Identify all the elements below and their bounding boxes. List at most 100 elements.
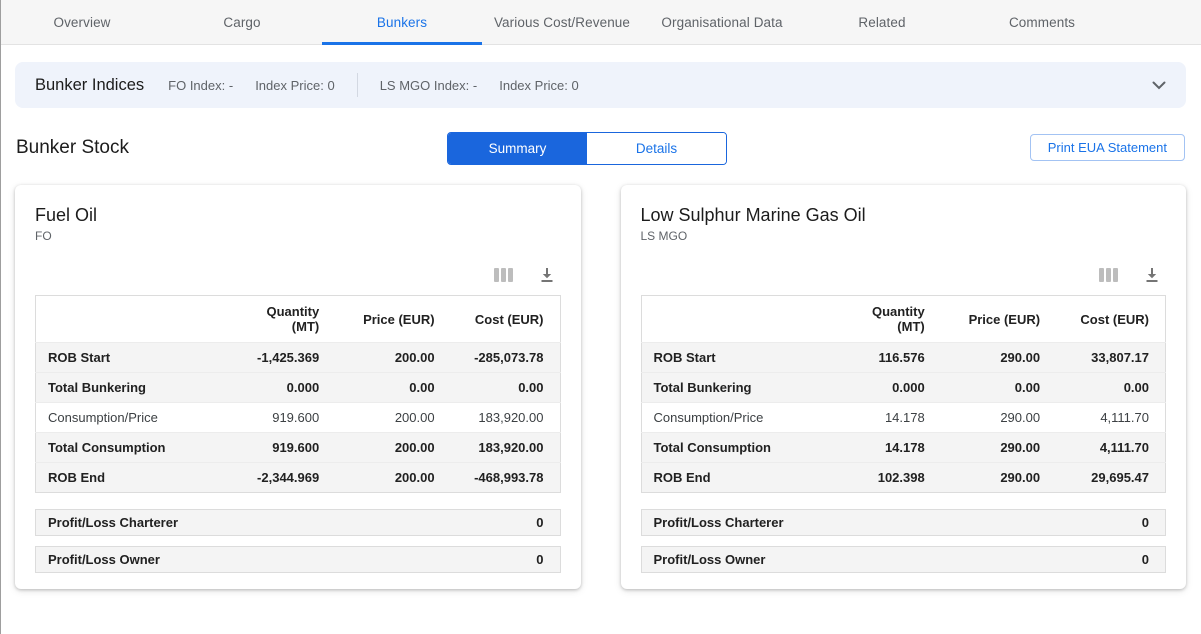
row-price: 290.00 <box>935 463 1050 493</box>
row-price: 0.00 <box>935 373 1050 403</box>
table-row-total-consumption: Total Consumption 919.600 200.00 183,920… <box>36 433 561 463</box>
row-price: 0.00 <box>329 373 444 403</box>
col-header-price: Price (EUR) <box>935 296 1050 343</box>
chevron-down-icon[interactable] <box>1152 81 1166 90</box>
table-row-rob-end: ROB End -2,344.969 200.00 -468,993.78 <box>36 463 561 493</box>
card-title: Low Sulphur Marine Gas Oil <box>641 205 1167 226</box>
row-price: 200.00 <box>329 463 444 493</box>
bunker-card-ls-mgo: Low Sulphur Marine Gas Oil LS MGO Quanti… <box>621 185 1187 589</box>
profit-loss-value: 0 <box>536 552 543 567</box>
profit-loss-label: Profit/Loss Charterer <box>654 515 784 530</box>
profit-loss-value: 0 <box>536 515 543 530</box>
row-price: 290.00 <box>935 343 1050 373</box>
view-toggle: Summary Details <box>447 132 727 165</box>
profit-loss-value: 0 <box>1142 515 1149 530</box>
tab-bunkers[interactable]: Bunkers <box>322 0 482 44</box>
profit-loss-value: 0 <box>1142 552 1149 567</box>
row-quantity: 14.178 <box>840 433 934 463</box>
page-title: Bunker Stock <box>16 137 129 159</box>
fo-index-price: Index Price: 0 <box>255 78 335 93</box>
table-header-row: Quantity (MT) Price (EUR) Cost (EUR) <box>641 296 1166 343</box>
row-quantity: 0.000 <box>235 373 329 403</box>
row-cost: -285,073.78 <box>445 343 560 373</box>
columns-icon[interactable] <box>1099 267 1118 283</box>
col-header-price: Price (EUR) <box>329 296 444 343</box>
bunker-indices-title: Bunker Indices <box>35 76 144 95</box>
ls-mgo-index-value: LS MGO Index: - <box>380 78 478 93</box>
table-row-consumption-price: Consumption/Price 14.178 290.00 4,111.70 <box>641 403 1166 433</box>
card-subtitle: FO <box>35 229 561 243</box>
row-label: ROB End <box>641 463 840 493</box>
row-cost: 183,920.00 <box>445 403 560 433</box>
row-label: ROB Start <box>641 343 840 373</box>
row-cost: 4,111.70 <box>1050 433 1165 463</box>
toggle-summary-button[interactable]: Summary <box>448 133 587 164</box>
col-header-cost: Cost (EUR) <box>445 296 560 343</box>
row-quantity: 14.178 <box>840 403 934 433</box>
row-quantity: 102.398 <box>840 463 934 493</box>
profit-loss-label: Profit/Loss Owner <box>654 552 766 567</box>
divider <box>357 73 358 97</box>
profit-loss-label: Profit/Loss Owner <box>48 552 160 567</box>
table-corner-cell <box>36 296 235 343</box>
row-cost: 29,695.47 <box>1050 463 1165 493</box>
bunker-summary-table: Quantity (MT) Price (EUR) Cost (EUR) ROB… <box>641 295 1167 493</box>
table-row-rob-start: ROB Start 116.576 290.00 33,807.17 <box>641 343 1166 373</box>
tab-overview[interactable]: Overview <box>2 0 162 44</box>
row-cost: 0.00 <box>445 373 560 403</box>
row-label: Consumption/Price <box>641 403 840 433</box>
bunker-summary-table: Quantity (MT) Price (EUR) Cost (EUR) ROB… <box>35 295 561 493</box>
row-cost: 183,920.00 <box>445 433 560 463</box>
col-header-cost: Cost (EUR) <box>1050 296 1165 343</box>
tab-various-cost-revenue[interactable]: Various Cost/Revenue <box>482 0 642 44</box>
row-price: 290.00 <box>935 403 1050 433</box>
card-actions <box>35 265 555 285</box>
row-label: Total Consumption <box>36 433 235 463</box>
table-row-total-bunkering: Total Bunkering 0.000 0.00 0.00 <box>36 373 561 403</box>
bunker-cards-row: Fuel Oil FO Quantity (MT) Price (EUR) Co… <box>15 185 1186 589</box>
row-cost: 33,807.17 <box>1050 343 1165 373</box>
tab-cargo[interactable]: Cargo <box>162 0 322 44</box>
row-quantity: -1,425.369 <box>235 343 329 373</box>
ls-mgo-index-price: Index Price: 0 <box>499 78 579 93</box>
tab-organisational-data[interactable]: Organisational Data <box>642 0 802 44</box>
tab-comments[interactable]: Comments <box>962 0 1122 44</box>
toggle-details-button[interactable]: Details <box>587 133 726 164</box>
columns-icon[interactable] <box>494 267 513 283</box>
table-row-rob-end: ROB End 102.398 290.00 29,695.47 <box>641 463 1166 493</box>
row-price: 290.00 <box>935 433 1050 463</box>
row-label: ROB End <box>36 463 235 493</box>
row-cost: 4,111.70 <box>1050 403 1165 433</box>
row-quantity: 0.000 <box>840 373 934 403</box>
row-quantity: -2,344.969 <box>235 463 329 493</box>
row-price: 200.00 <box>329 343 444 373</box>
bunker-card-fuel-oil: Fuel Oil FO Quantity (MT) Price (EUR) Co… <box>15 185 581 589</box>
bunker-stock-header: Bunker Stock Summary Details Print EUA S… <box>16 131 1185 164</box>
print-eua-statement-button[interactable]: Print EUA Statement <box>1030 134 1185 161</box>
row-price: 200.00 <box>329 403 444 433</box>
card-title: Fuel Oil <box>35 205 561 226</box>
profit-loss-label: Profit/Loss Charterer <box>48 515 178 530</box>
row-cost: 0.00 <box>1050 373 1165 403</box>
bunker-indices-bar[interactable]: Bunker Indices FO Index: - Index Price: … <box>15 62 1186 108</box>
table-header-row: Quantity (MT) Price (EUR) Cost (EUR) <box>36 296 561 343</box>
row-quantity: 919.600 <box>235 403 329 433</box>
row-quantity: 116.576 <box>840 343 934 373</box>
row-label: Total Consumption <box>641 433 840 463</box>
card-subtitle: LS MGO <box>641 229 1167 243</box>
row-label: ROB Start <box>36 343 235 373</box>
download-icon[interactable] <box>539 267 555 283</box>
table-row-total-bunkering: Total Bunkering 0.000 0.00 0.00 <box>641 373 1166 403</box>
fo-index-value: FO Index: - <box>168 78 233 93</box>
tab-related[interactable]: Related <box>802 0 962 44</box>
row-label: Total Bunkering <box>641 373 840 403</box>
profit-loss-owner: Profit/Loss Owner 0 <box>641 546 1167 573</box>
row-price: 200.00 <box>329 433 444 463</box>
row-label: Total Bunkering <box>36 373 235 403</box>
tab-bar: Overview Cargo Bunkers Various Cost/Reve… <box>0 0 1201 45</box>
download-icon[interactable] <box>1144 267 1160 283</box>
profit-loss-owner: Profit/Loss Owner 0 <box>35 546 561 573</box>
row-label: Consumption/Price <box>36 403 235 433</box>
table-corner-cell <box>641 296 840 343</box>
table-row-rob-start: ROB Start -1,425.369 200.00 -285,073.78 <box>36 343 561 373</box>
